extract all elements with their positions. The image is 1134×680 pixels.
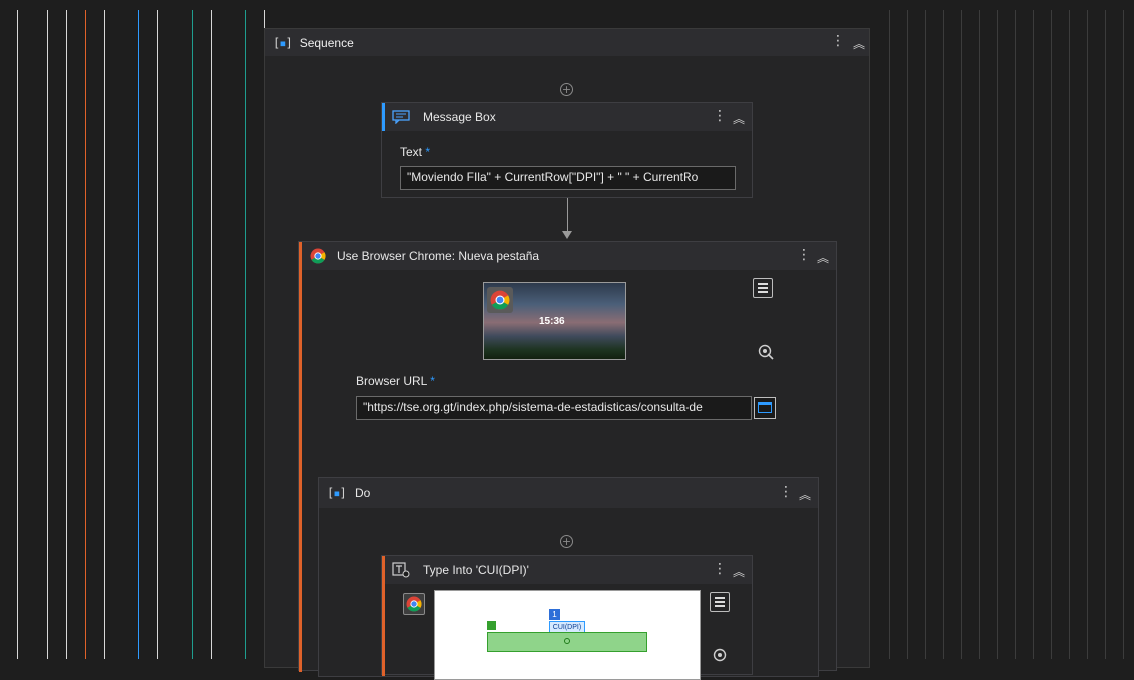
activity-accent: [299, 242, 302, 672]
sequence-icon: [▪]: [273, 35, 293, 50]
grid-line: [1051, 10, 1052, 659]
grid-line: [997, 10, 998, 659]
browser-preview-screenshot[interactable]: 15:36: [483, 282, 626, 360]
grid-line: [47, 10, 48, 659]
add-activity-plus-icon[interactable]: +: [560, 83, 573, 96]
grid-line: [1033, 10, 1034, 659]
type-into-icon: [392, 562, 410, 578]
grid-line: [979, 10, 980, 659]
message-box-icon: [392, 110, 410, 124]
message-box-activity[interactable]: Message Box ⋮ ︽ Text * "Moviendo FIla" +…: [381, 102, 753, 198]
grid-line: [211, 10, 212, 659]
chrome-icon: [406, 596, 422, 612]
url-picker-button[interactable]: [754, 397, 776, 419]
more-options-icon[interactable]: ⋮: [779, 484, 793, 500]
anchor-marker: [487, 621, 496, 630]
collapse-chevron-icon[interactable]: ︽: [853, 35, 865, 52]
grid-line: [1087, 10, 1088, 659]
add-activity-plus-icon[interactable]: +: [560, 535, 573, 548]
chrome-icon: [310, 248, 326, 264]
sequence-title: Sequence: [299, 35, 354, 50]
browser-url-label: Browser URL *: [356, 374, 435, 388]
more-options-icon[interactable]: ⋮: [713, 561, 727, 577]
chrome-app-badge: [403, 593, 425, 615]
target-indicate-icon[interactable]: [758, 344, 774, 360]
grid-line: [925, 10, 926, 659]
target-preview-screenshot[interactable]: CUI(DPI) 1: [434, 590, 701, 680]
preview-chrome-icon: [487, 287, 513, 313]
grid-line: [1123, 10, 1124, 659]
grid-line: [104, 10, 105, 659]
menu-options-icon[interactable]: [710, 592, 730, 612]
grid-line: [85, 10, 86, 659]
do-title: Do: [355, 486, 371, 500]
grid-line: [138, 10, 139, 659]
grid-line: [943, 10, 944, 659]
preview-clock: 15:36: [539, 316, 565, 327]
message-box-title: Message Box: [423, 110, 496, 124]
activity-accent: [382, 556, 385, 676]
grid-line: [1015, 10, 1016, 659]
browser-url-field[interactable]: "https://tse.org.gt/index.php/sistema-de…: [356, 396, 752, 420]
collapse-chevron-icon[interactable]: ︽: [817, 249, 829, 266]
grid-line: [157, 10, 158, 659]
more-options-icon[interactable]: ⋮: [713, 108, 727, 124]
grid-line: [907, 10, 908, 659]
connector-line: [567, 198, 568, 232]
grid-line: [245, 10, 246, 659]
target-element-highlight: [487, 632, 647, 652]
grid-line: [889, 10, 890, 659]
collapse-chevron-icon[interactable]: ︽: [799, 486, 811, 503]
menu-options-icon[interactable]: [753, 278, 773, 298]
grid-line: [192, 10, 193, 659]
sequence-icon: [▪]: [327, 486, 347, 500]
top-bar: [0, 0, 1134, 10]
target-number-badge: 1: [549, 609, 560, 620]
type-into-activity[interactable]: Type Into 'CUI(DPI)' ⋮ ︽ CUI(DPI) 1: [381, 555, 753, 680]
more-options-icon[interactable]: ⋮: [831, 33, 845, 49]
browser-window-icon: [758, 402, 772, 413]
grid-line: [961, 10, 962, 659]
grid-line: [17, 10, 18, 659]
use-browser-title: Use Browser Chrome: Nueva pestaña: [337, 249, 540, 263]
type-into-title: Type Into 'CUI(DPI)': [423, 563, 529, 577]
sequence-header[interactable]: [▪] Sequence: [265, 29, 869, 56]
connector-arrow-icon: [562, 231, 572, 239]
collapse-chevron-icon[interactable]: ︽: [733, 563, 745, 580]
grid-line: [1105, 10, 1106, 659]
grid-line: [1069, 10, 1070, 659]
selection-accent: [382, 103, 385, 131]
target-indicate-icon[interactable]: [713, 648, 729, 664]
more-options-icon[interactable]: ⋮: [797, 247, 811, 263]
text-field-label: Text *: [400, 145, 431, 159]
do-header[interactable]: [319, 478, 818, 508]
collapse-chevron-icon[interactable]: ︽: [733, 110, 745, 127]
text-field[interactable]: "Moviendo FIla" + CurrentRow["DPI"] + " …: [400, 166, 736, 190]
grid-line: [66, 10, 67, 659]
